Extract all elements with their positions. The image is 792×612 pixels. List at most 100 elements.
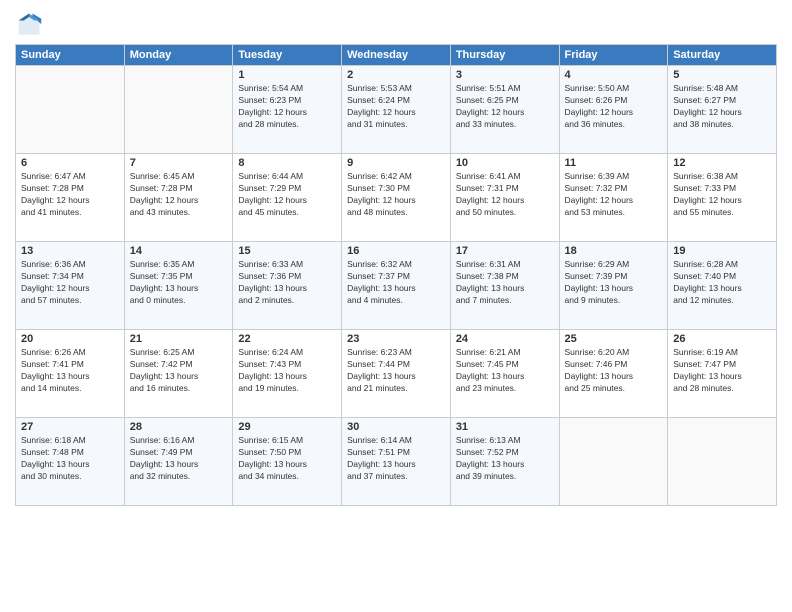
day-number: 25: [565, 333, 663, 345]
calendar-cell: 15 Sunrise: 6:33 AM Sunset: 7:36 PM Dayli…: [233, 242, 342, 330]
calendar-cell: 29 Sunrise: 6:15 AM Sunset: 7:50 PM Dayli…: [233, 418, 342, 506]
day-number: 27: [21, 421, 119, 433]
day-number: 29: [238, 421, 336, 433]
day-number: 20: [21, 333, 119, 345]
day-number: 12: [673, 157, 771, 169]
day-info: Sunrise: 6:44 AM Sunset: 7:29 PM Dayligh…: [238, 171, 336, 219]
day-number: 7: [130, 157, 228, 169]
day-info: Sunrise: 5:50 AM Sunset: 6:26 PM Dayligh…: [565, 83, 663, 131]
day-header-tuesday: Tuesday: [233, 45, 342, 66]
week-row-2: 13 Sunrise: 6:36 AM Sunset: 7:34 PM Dayli…: [16, 242, 777, 330]
day-header-thursday: Thursday: [450, 45, 559, 66]
calendar-cell: 19Sunrise: 6:28 AM Sunset: 7:40 PM Dayli…: [668, 242, 777, 330]
calendar-cell: 5Sunrise: 5:48 AM Sunset: 6:27 PM Daylig…: [668, 66, 777, 154]
calendar-cell: 17 Sunrise: 6:31 AM Sunset: 7:38 PM Dayli…: [450, 242, 559, 330]
calendar-cell: 26 Sunrise: 6:19 AM Sunset: 7:47 PM Dayli…: [668, 330, 777, 418]
calendar-cell: 14 Sunrise: 6:35 AM Sunset: 7:35 PM Dayli…: [124, 242, 233, 330]
calendar-cell: [668, 418, 777, 506]
day-number: 23: [347, 333, 445, 345]
day-info: Sunrise: 6:29 AM Sunset: 7:39 PM Dayligh…: [565, 259, 663, 307]
week-row-3: 20 Sunrise: 6:26 AM Sunset: 7:41 PM Dayli…: [16, 330, 777, 418]
day-number: 6: [21, 157, 119, 169]
day-info: Sunrise: 6:14 AM Sunset: 7:51 PM Dayligh…: [347, 435, 445, 483]
day-info: Sunrise: 6:32 AM Sunset: 7:37 PM Dayligh…: [347, 259, 445, 307]
day-number: 16: [347, 245, 445, 257]
day-info: Sunrise: 6:23 AM Sunset: 7:44 PM Dayligh…: [347, 347, 445, 395]
calendar-cell: 12 Sunrise: 6:38 AM Sunset: 7:33 PM Dayli…: [668, 154, 777, 242]
calendar-cell: 24 Sunrise: 6:21 AM Sunset: 7:45 PM Dayli…: [450, 330, 559, 418]
header-row: [15, 10, 777, 38]
week-row-4: 27 Sunrise: 6:18 AM Sunset: 7:48 PM Dayli…: [16, 418, 777, 506]
day-info: Sunrise: 5:54 AM Sunset: 6:23 PM Dayligh…: [238, 83, 336, 131]
day-number: 18: [565, 245, 663, 257]
day-header-friday: Friday: [559, 45, 668, 66]
day-info: Sunrise: 5:53 AM Sunset: 6:24 PM Dayligh…: [347, 83, 445, 131]
day-info: Sunrise: 6:21 AM Sunset: 7:45 PM Dayligh…: [456, 347, 554, 395]
day-info: Sunrise: 6:18 AM Sunset: 7:48 PM Dayligh…: [21, 435, 119, 483]
day-info: Sunrise: 6:15 AM Sunset: 7:50 PM Dayligh…: [238, 435, 336, 483]
day-info: Sunrise: 6:26 AM Sunset: 7:41 PM Dayligh…: [21, 347, 119, 395]
day-number: 13: [21, 245, 119, 257]
calendar-cell: [124, 66, 233, 154]
week-row-0: 1 Sunrise: 5:54 AM Sunset: 6:23 PM Daylig…: [16, 66, 777, 154]
calendar-cell: 2Sunrise: 5:53 AM Sunset: 6:24 PM Daylig…: [342, 66, 451, 154]
calendar-cell: 3 Sunrise: 5:51 AM Sunset: 6:25 PM Daylig…: [450, 66, 559, 154]
day-info: Sunrise: 6:35 AM Sunset: 7:35 PM Dayligh…: [130, 259, 228, 307]
day-info: Sunrise: 6:39 AM Sunset: 7:32 PM Dayligh…: [565, 171, 663, 219]
calendar-cell: 16 Sunrise: 6:32 AM Sunset: 7:37 PM Dayli…: [342, 242, 451, 330]
days-header-row: SundayMondayTuesdayWednesdayThursdayFrid…: [16, 45, 777, 66]
calendar-cell: 9Sunrise: 6:42 AM Sunset: 7:30 PM Daylig…: [342, 154, 451, 242]
day-number: 10: [456, 157, 554, 169]
day-number: 21: [130, 333, 228, 345]
page: SundayMondayTuesdayWednesdayThursdayFrid…: [0, 0, 792, 612]
day-info: Sunrise: 6:28 AM Sunset: 7:40 PM Dayligh…: [673, 259, 771, 307]
day-number: 5: [673, 69, 771, 81]
day-number: 15: [238, 245, 336, 257]
day-info: Sunrise: 6:25 AM Sunset: 7:42 PM Dayligh…: [130, 347, 228, 395]
calendar-cell: [16, 66, 125, 154]
day-number: 30: [347, 421, 445, 433]
day-number: 14: [130, 245, 228, 257]
day-header-monday: Monday: [124, 45, 233, 66]
day-number: 4: [565, 69, 663, 81]
calendar-cell: 28 Sunrise: 6:16 AM Sunset: 7:49 PM Dayli…: [124, 418, 233, 506]
calendar-cell: 7Sunrise: 6:45 AM Sunset: 7:28 PM Daylig…: [124, 154, 233, 242]
calendar-cell: 18 Sunrise: 6:29 AM Sunset: 7:39 PM Dayli…: [559, 242, 668, 330]
day-number: 24: [456, 333, 554, 345]
day-info: Sunrise: 6:33 AM Sunset: 7:36 PM Dayligh…: [238, 259, 336, 307]
day-number: 8: [238, 157, 336, 169]
day-info: Sunrise: 6:31 AM Sunset: 7:38 PM Dayligh…: [456, 259, 554, 307]
calendar-cell: 27 Sunrise: 6:18 AM Sunset: 7:48 PM Dayli…: [16, 418, 125, 506]
calendar-cell: 20 Sunrise: 6:26 AM Sunset: 7:41 PM Dayli…: [16, 330, 125, 418]
day-number: 1: [238, 69, 336, 81]
calendar-cell: 1 Sunrise: 5:54 AM Sunset: 6:23 PM Daylig…: [233, 66, 342, 154]
calendar-cell: 30 Sunrise: 6:14 AM Sunset: 7:51 PM Dayli…: [342, 418, 451, 506]
day-number: 11: [565, 157, 663, 169]
day-info: Sunrise: 6:20 AM Sunset: 7:46 PM Dayligh…: [565, 347, 663, 395]
calendar-cell: 10 Sunrise: 6:41 AM Sunset: 7:31 PM Dayli…: [450, 154, 559, 242]
logo-icon: [15, 10, 43, 38]
logo: [15, 10, 47, 38]
day-info: Sunrise: 5:51 AM Sunset: 6:25 PM Dayligh…: [456, 83, 554, 131]
day-number: 9: [347, 157, 445, 169]
day-number: 3: [456, 69, 554, 81]
day-info: Sunrise: 6:16 AM Sunset: 7:49 PM Dayligh…: [130, 435, 228, 483]
calendar-cell: 4 Sunrise: 5:50 AM Sunset: 6:26 PM Daylig…: [559, 66, 668, 154]
calendar-cell: 11 Sunrise: 6:39 AM Sunset: 7:32 PM Dayli…: [559, 154, 668, 242]
calendar-cell: 21 Sunrise: 6:25 AM Sunset: 7:42 PM Dayli…: [124, 330, 233, 418]
day-info: Sunrise: 6:41 AM Sunset: 7:31 PM Dayligh…: [456, 171, 554, 219]
day-info: Sunrise: 6:38 AM Sunset: 7:33 PM Dayligh…: [673, 171, 771, 219]
calendar-table: SundayMondayTuesdayWednesdayThursdayFrid…: [15, 44, 777, 506]
day-number: 26: [673, 333, 771, 345]
day-info: Sunrise: 6:19 AM Sunset: 7:47 PM Dayligh…: [673, 347, 771, 395]
day-info: Sunrise: 6:36 AM Sunset: 7:34 PM Dayligh…: [21, 259, 119, 307]
calendar-cell: 31Sunrise: 6:13 AM Sunset: 7:52 PM Dayli…: [450, 418, 559, 506]
day-number: 17: [456, 245, 554, 257]
day-number: 31: [456, 421, 554, 433]
day-number: 22: [238, 333, 336, 345]
day-header-sunday: Sunday: [16, 45, 125, 66]
day-number: 28: [130, 421, 228, 433]
week-row-1: 6Sunrise: 6:47 AM Sunset: 7:28 PM Daylig…: [16, 154, 777, 242]
calendar-cell: 22Sunrise: 6:24 AM Sunset: 7:43 PM Dayli…: [233, 330, 342, 418]
calendar-cell: 13 Sunrise: 6:36 AM Sunset: 7:34 PM Dayli…: [16, 242, 125, 330]
